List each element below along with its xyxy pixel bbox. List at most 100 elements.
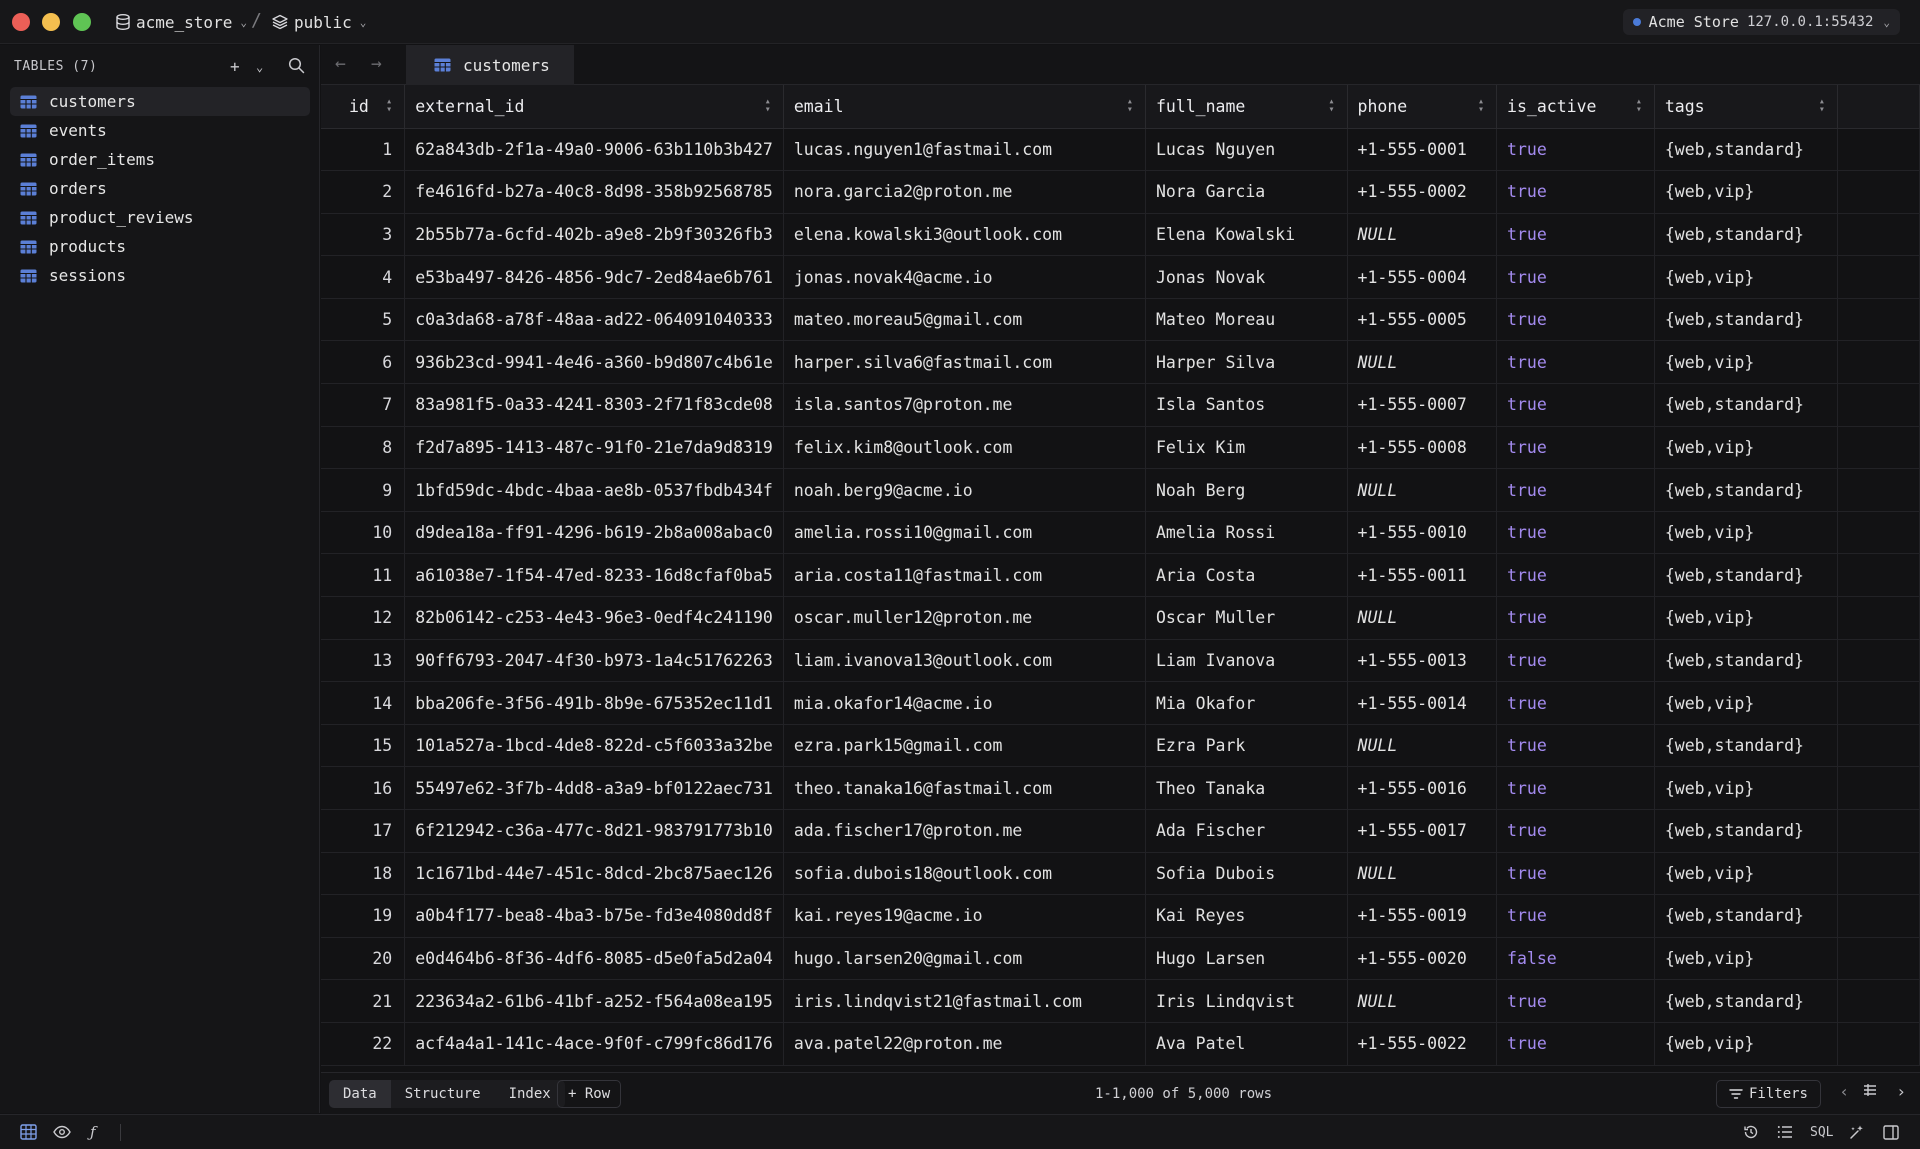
cell-full-name[interactable]: Hugo Larsen [1145, 937, 1348, 981]
cell-external-id[interactable]: 936b23cd-9941-4e46-a360-b9d807c4b61e [404, 340, 784, 385]
cell-overflow[interactable] [1837, 553, 1920, 598]
cell-external-id[interactable]: 2b55b77a-6cfd-402b-a9e8-2b9f30326fb3 [404, 213, 784, 257]
table-row[interactable]: 18 1c1671bd-44e7-451c-8dcd-2bc875aec126 so… [321, 852, 1920, 896]
cell-phone[interactable]: NULL [1347, 213, 1498, 257]
columns-icon[interactable] [1863, 1082, 1877, 1101]
schema-selector[interactable]: public ⌄ [272, 10, 366, 34]
cell-full-name[interactable]: Jonas Novak [1145, 255, 1348, 299]
column-header-full-name[interactable]: full_name ▴ ▾ [1145, 85, 1348, 129]
cell-external-id[interactable]: fe4616fd-b27a-40c8-8d98-358b92568785 [404, 170, 784, 214]
cell-tags[interactable]: {web,vip} [1654, 766, 1838, 810]
cell-is-active[interactable]: true [1496, 894, 1655, 938]
cell-is-active[interactable]: true [1496, 255, 1655, 299]
chevron-down-icon[interactable]: ⌄ [256, 60, 263, 74]
cell-external-id[interactable]: d9dea18a-ff91-4296-b619-2b8a008abac0 [404, 511, 784, 555]
cell-overflow[interactable] [1837, 383, 1920, 427]
cell-id[interactable]: 11 [321, 553, 406, 598]
cell-external-id[interactable]: 223634a2-61b6-41bf-a252-f564a08ea195 [404, 979, 784, 1023]
cell-overflow[interactable] [1837, 766, 1920, 810]
cell-email[interactable]: amelia.rossi10@gmail.com [783, 511, 1146, 555]
filters-button[interactable]: Filters [1715, 1080, 1821, 1108]
table-row[interactable]: 16 55497e62-3f7b-4dd8-a3a9-bf0122aec731 th… [321, 766, 1920, 810]
cell-external-id[interactable]: 101a527a-1bcd-4de8-822d-c5f6033a32be [404, 724, 784, 768]
cell-phone[interactable]: +1-555-0011 [1347, 553, 1498, 598]
cell-tags[interactable]: {web,vip} [1654, 426, 1838, 470]
cell-full-name[interactable]: Iris Lindqvist [1145, 979, 1348, 1023]
cell-id[interactable]: 19 [321, 894, 406, 938]
cell-email[interactable]: ada.fischer17@proton.me [783, 809, 1146, 853]
cell-overflow[interactable] [1837, 681, 1920, 725]
cell-email[interactable]: mia.okafor14@acme.io [783, 681, 1146, 725]
cell-phone[interactable]: +1-555-0007 [1347, 383, 1498, 427]
sidebar-item-order-items[interactable]: order_items [10, 145, 310, 174]
table-row[interactable]: 19 a0b4f177-bea8-4ba3-b75e-fd3e4080dd8f ka… [321, 894, 1920, 938]
cell-external-id[interactable]: acf4a4a1-141c-4ace-9f0f-c799fc86d176 [404, 1022, 784, 1066]
cell-tags[interactable]: {web,vip} [1654, 852, 1838, 896]
sort-icon[interactable]: ▴ ▾ [1478, 97, 1484, 115]
table-row[interactable]: 7 83a981f5-0a33-4241-8303-2f71f83cde08 isl… [321, 383, 1920, 427]
sidebar-item-product-reviews[interactable]: product_reviews [10, 203, 310, 232]
cell-is-active[interactable]: true [1496, 383, 1655, 427]
cell-email[interactable]: kai.reyes19@acme.io [783, 894, 1146, 938]
cell-phone[interactable]: +1-555-0005 [1347, 298, 1498, 342]
cell-tags[interactable]: {web,vip} [1654, 255, 1838, 299]
cell-phone[interactable]: +1-555-0008 [1347, 426, 1498, 470]
cell-full-name[interactable]: Elena Kowalski [1145, 213, 1348, 257]
cell-full-name[interactable]: Noah Berg [1145, 468, 1348, 512]
chevron-right-icon[interactable]: › [1896, 1082, 1906, 1101]
cell-phone[interactable]: +1-555-0020 [1347, 937, 1498, 981]
panel-toggle-icon[interactable] [1883, 1121, 1899, 1143]
cell-external-id[interactable]: 6f212942-c36a-477c-8d21-983791773b10 [404, 809, 784, 853]
cell-email[interactable]: ezra.park15@gmail.com [783, 724, 1146, 768]
cell-email[interactable]: elena.kowalski3@outlook.com [783, 213, 1146, 257]
table-row[interactable]: 8 f2d7a895-1413-487c-91f0-21e7da9d8319 fel… [321, 426, 1920, 470]
cell-overflow[interactable] [1837, 426, 1920, 470]
cell-is-active[interactable]: true [1496, 213, 1655, 257]
function-icon[interactable]: ƒ [90, 1121, 96, 1143]
cell-overflow[interactable] [1837, 979, 1920, 1023]
cell-email[interactable]: theo.tanaka16@fastmail.com [783, 766, 1146, 810]
cell-email[interactable]: oscar.muller12@proton.me [783, 596, 1146, 640]
cell-phone[interactable]: +1-555-0022 [1347, 1022, 1498, 1066]
cell-id[interactable]: 10 [321, 511, 406, 555]
cell-is-active[interactable]: true [1496, 681, 1655, 725]
cell-email[interactable]: lucas.nguyen1@fastmail.com [783, 128, 1146, 172]
cell-overflow[interactable] [1837, 1022, 1920, 1066]
cell-full-name[interactable]: Ezra Park [1145, 724, 1348, 768]
cell-tags[interactable]: {web,vip} [1654, 340, 1838, 385]
cell-tags[interactable]: {web,vip} [1654, 596, 1838, 640]
cell-email[interactable]: felix.kim8@outlook.com [783, 426, 1146, 470]
cell-is-active[interactable]: true [1496, 639, 1655, 683]
cell-email[interactable]: jonas.novak4@acme.io [783, 255, 1146, 299]
cell-phone[interactable]: +1-555-0017 [1347, 809, 1498, 853]
cell-is-active[interactable]: true [1496, 511, 1655, 555]
cell-external-id[interactable]: 62a843db-2f1a-49a0-9006-63b110b3b427 [404, 128, 784, 172]
cell-full-name[interactable]: Harper Silva [1145, 340, 1348, 385]
table-row[interactable]: 21 223634a2-61b6-41bf-a252-f564a08ea195 ir… [321, 979, 1920, 1023]
cell-full-name[interactable]: Amelia Rossi [1145, 511, 1348, 555]
cell-tags[interactable]: {web,standard} [1654, 809, 1838, 853]
column-header-external-id[interactable]: external_id ▴ ▾ [404, 85, 784, 129]
cell-full-name[interactable]: Mateo Moreau [1145, 298, 1348, 342]
sort-icon[interactable]: ▴ ▾ [1819, 97, 1825, 115]
table-row[interactable]: 4 e53ba497-8426-4856-9dc7-2ed84ae6b761 jon… [321, 255, 1920, 299]
cell-overflow[interactable] [1837, 298, 1920, 342]
cell-phone[interactable]: +1-555-0013 [1347, 639, 1498, 683]
maximize-window-button[interactable] [73, 13, 91, 31]
back-arrow-icon[interactable]: ← [335, 53, 346, 74]
cell-tags[interactable]: {web,vip} [1654, 1022, 1838, 1066]
cell-is-active[interactable]: true [1496, 170, 1655, 214]
cell-email[interactable]: iris.lindqvist21@fastmail.com [783, 979, 1146, 1023]
cell-phone[interactable]: +1-555-0010 [1347, 511, 1498, 555]
cell-phone[interactable]: NULL [1347, 340, 1498, 385]
sidebar-item-customers[interactable]: customers [10, 87, 310, 116]
cell-email[interactable]: isla.santos7@proton.me [783, 383, 1146, 427]
cell-overflow[interactable] [1837, 596, 1920, 640]
cell-full-name[interactable]: Kai Reyes [1145, 894, 1348, 938]
cell-is-active[interactable]: true [1496, 979, 1655, 1023]
cell-overflow[interactable] [1837, 852, 1920, 896]
cell-is-active[interactable]: true [1496, 298, 1655, 342]
cell-id[interactable]: 15 [321, 724, 406, 768]
sort-icon[interactable]: ▴ ▾ [386, 97, 392, 115]
table-row[interactable]: 5 c0a3da68-a78f-48aa-ad22-064091040333 mat… [321, 298, 1920, 342]
